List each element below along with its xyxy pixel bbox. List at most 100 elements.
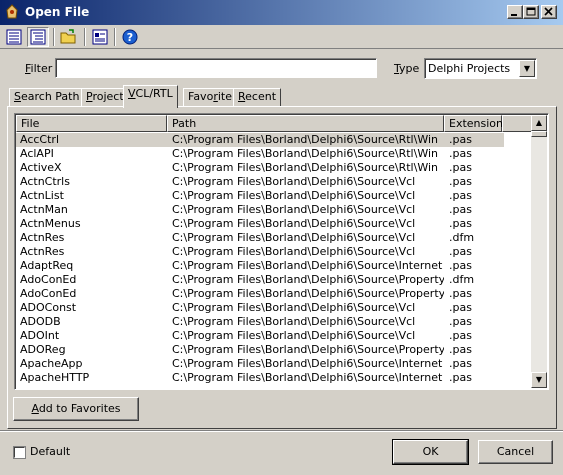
path-cell: C:\Program Files\Borland\Delphi6\Source\… bbox=[172, 343, 444, 356]
column-header-file[interactable]: File bbox=[16, 115, 167, 132]
default-checkbox[interactable] bbox=[13, 446, 26, 459]
file-cell: ADOInt bbox=[20, 329, 60, 342]
table-row[interactable]: ADOReg C:\Program Files\Borland\Delphi6\S… bbox=[16, 343, 504, 357]
help-icon: ? bbox=[122, 29, 138, 45]
details-view-button[interactable] bbox=[27, 27, 49, 47]
path-cell: C:\Program Files\Borland\Delphi6\Source\… bbox=[172, 147, 438, 160]
window-title: Open File bbox=[25, 5, 90, 19]
file-cell: ApacheHTTP bbox=[20, 371, 90, 384]
toolbar-separator bbox=[53, 28, 55, 46]
path-cell: C:\Program Files\Borland\Delphi6\Source\… bbox=[172, 231, 416, 244]
list-view-button[interactable] bbox=[3, 27, 25, 47]
dropdown-arrow-button[interactable]: ▼ bbox=[519, 60, 535, 77]
path-cell: C:\Program Files\Borland\Delphi6\Source\… bbox=[172, 175, 416, 188]
table-row[interactable]: ADOConst C:\Program Files\Borland\Delphi6… bbox=[16, 301, 504, 315]
toolbar-separator bbox=[84, 28, 86, 46]
table-row[interactable]: ActnMan C:\Program Files\Borland\Delphi6\… bbox=[16, 203, 504, 217]
extension-cell: .pas bbox=[449, 315, 472, 328]
file-cell: ActnRes bbox=[20, 245, 65, 258]
path-cell: C:\Program Files\Borland\Delphi6\Source\… bbox=[172, 357, 443, 370]
tab-favorite[interactable]: Favorite bbox=[183, 88, 237, 106]
file-cell: ActnRes bbox=[20, 231, 65, 244]
path-cell: C:\Program Files\Borland\Delphi6\Source\… bbox=[172, 301, 416, 314]
svg-text:?: ? bbox=[127, 31, 133, 44]
chevron-down-icon: ▼ bbox=[523, 64, 531, 73]
extension-cell: .pas bbox=[449, 371, 472, 384]
type-dropdown[interactable]: Delphi Projects ▼ bbox=[424, 58, 537, 79]
file-cell: ADOReg bbox=[20, 343, 66, 356]
file-list-rows: AccCtrl C:\Program Files\Borland\Delphi6\… bbox=[15, 132, 532, 390]
type-label: Type bbox=[394, 62, 420, 75]
tab-vcl-rtl[interactable]: VCL/RTL bbox=[123, 85, 178, 108]
open-folder-icon bbox=[60, 29, 76, 44]
close-button[interactable] bbox=[541, 5, 557, 19]
toolbar: ? bbox=[0, 25, 563, 49]
properties-icon bbox=[92, 29, 108, 45]
minimize-icon bbox=[511, 14, 517, 16]
extension-cell: .pas bbox=[449, 133, 472, 146]
table-row[interactable]: AccCtrl C:\Program Files\Borland\Delphi6\… bbox=[16, 133, 504, 147]
file-cell: ActnList bbox=[20, 189, 64, 202]
tab-search-path[interactable]: Search Path bbox=[9, 88, 85, 106]
table-row[interactable]: ADOInt C:\Program Files\Borland\Delphi6\S… bbox=[16, 329, 504, 343]
table-row[interactable]: ApacheHTTP C:\Program Files\Borland\Delph… bbox=[16, 371, 504, 385]
arrow-up-icon: ▲ bbox=[535, 118, 543, 127]
scroll-up-button[interactable]: ▲ bbox=[531, 115, 547, 131]
file-list[interactable]: File Path Extension AccCtrl C:\Program Fi… bbox=[14, 113, 549, 390]
extension-cell: .dfm bbox=[449, 231, 475, 244]
scroll-thumb[interactable] bbox=[531, 131, 547, 137]
details-view-icon bbox=[30, 29, 46, 45]
file-cell: ActnCtrls bbox=[20, 175, 70, 188]
table-row[interactable]: ActiveX C:\Program Files\Borland\Delphi6\… bbox=[16, 161, 504, 175]
table-row[interactable]: AdoConEd C:\Program Files\Borland\Delphi6… bbox=[16, 287, 504, 301]
path-cell: C:\Program Files\Borland\Delphi6\Source\… bbox=[172, 133, 438, 146]
tab-recent[interactable]: Recent bbox=[233, 88, 282, 106]
table-row[interactable]: ADODB C:\Program Files\Borland\Delphi6\So… bbox=[16, 315, 504, 329]
scroll-down-button[interactable]: ▼ bbox=[531, 372, 547, 388]
extension-cell: .pas bbox=[449, 259, 472, 272]
open-folder-button[interactable] bbox=[58, 27, 80, 47]
cancel-button[interactable]: Cancel bbox=[478, 440, 553, 464]
file-cell: ADOConst bbox=[20, 301, 77, 314]
column-header-path[interactable]: Path bbox=[167, 115, 444, 132]
extension-cell: .pas bbox=[449, 343, 472, 356]
properties-button[interactable] bbox=[89, 27, 111, 47]
close-icon bbox=[544, 7, 553, 16]
path-cell: C:\Program Files\Borland\Delphi6\Source\… bbox=[172, 189, 416, 202]
minimize-button[interactable] bbox=[507, 5, 523, 19]
path-cell: C:\Program Files\Borland\Delphi6\Source\… bbox=[172, 161, 438, 174]
tab-project[interactable]: Project bbox=[81, 88, 129, 106]
table-row[interactable]: ActnCtrls C:\Program Files\Borland\Delphi… bbox=[16, 175, 504, 189]
filter-input[interactable] bbox=[55, 58, 377, 78]
filter-label: Filter bbox=[25, 62, 53, 75]
extension-cell: .pas bbox=[449, 161, 472, 174]
table-row[interactable]: ActnMenus C:\Program Files\Borland\Delphi… bbox=[16, 217, 504, 231]
path-cell: C:\Program Files\Borland\Delphi6\Source\… bbox=[172, 245, 416, 258]
table-row[interactable]: ActnRes C:\Program Files\Borland\Delphi6\… bbox=[16, 231, 504, 245]
table-row[interactable]: ActnList C:\Program Files\Borland\Delphi6… bbox=[16, 189, 504, 203]
path-cell: C:\Program Files\Borland\Delphi6\Source\… bbox=[172, 371, 443, 384]
extension-cell: .pas bbox=[449, 147, 472, 160]
table-row[interactable]: AdaptReq C:\Program Files\Borland\Delphi6… bbox=[16, 259, 504, 273]
table-row[interactable]: ApacheApp C:\Program Files\Borland\Delphi… bbox=[16, 357, 504, 371]
extension-cell: .pas bbox=[449, 301, 472, 314]
maximize-icon bbox=[526, 7, 536, 16]
path-cell: C:\Program Files\Borland\Delphi6\Source\… bbox=[172, 203, 416, 216]
table-row[interactable]: ActnRes C:\Program Files\Borland\Delphi6\… bbox=[16, 245, 504, 259]
file-cell: ApacheApp bbox=[20, 357, 83, 370]
type-dropdown-value: Delphi Projects bbox=[428, 62, 511, 75]
vertical-scrollbar[interactable]: ▲ ▼ bbox=[531, 115, 547, 388]
path-cell: C:\Program Files\Borland\Delphi6\Source\… bbox=[172, 217, 416, 230]
maximize-button[interactable] bbox=[523, 5, 539, 19]
extension-cell: .pas bbox=[449, 217, 472, 230]
table-row[interactable]: AdoConEd C:\Program Files\Borland\Delphi6… bbox=[16, 273, 504, 287]
table-row[interactable]: AclAPI C:\Program Files\Borland\Delphi6\S… bbox=[16, 147, 504, 161]
ok-button[interactable]: OK bbox=[392, 439, 469, 465]
column-header-extension[interactable]: Extension bbox=[444, 115, 503, 132]
list-view-icon bbox=[6, 29, 22, 45]
help-button[interactable]: ? bbox=[119, 27, 141, 47]
file-cell: ActiveX bbox=[20, 161, 62, 174]
title-bar[interactable]: Open File bbox=[0, 0, 563, 25]
add-to-favorites-button[interactable]: Add to Favorites bbox=[13, 397, 139, 421]
extension-cell: .pas bbox=[449, 175, 472, 188]
